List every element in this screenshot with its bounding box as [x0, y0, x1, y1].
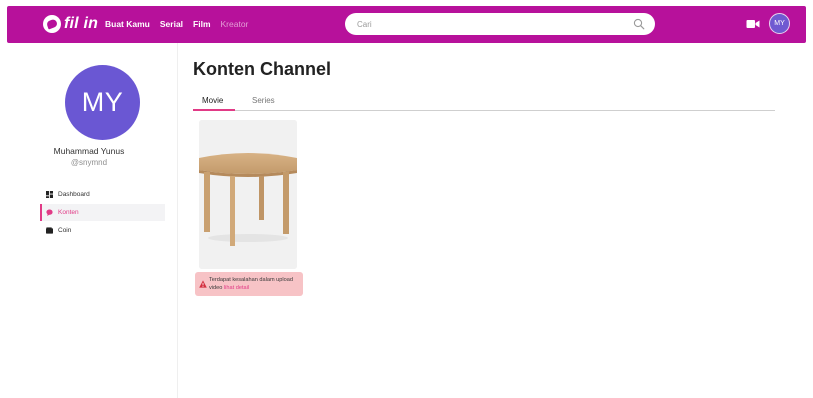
sidebar-item-label: Coin	[58, 227, 72, 234]
nav-item-serial[interactable]: Serial	[160, 19, 183, 29]
content-tabs: Movie Series	[193, 90, 775, 111]
video-camera-icon[interactable]	[746, 18, 760, 30]
error-detail-link[interactable]: lihat detail	[224, 285, 249, 291]
logo[interactable]: fil in	[43, 15, 98, 33]
top-header: fil in Buat Kamu Serial Film Kreator MY	[7, 6, 806, 43]
tab-series[interactable]: Series	[252, 96, 275, 105]
sidebar-item-dashboard[interactable]: Dashboard	[40, 186, 165, 203]
profile-avatar: MY	[65, 65, 140, 140]
upload-error-alert: Terdapat kesalahan dalam upload video li…	[195, 272, 303, 296]
sidebar: MY Muhammad Yunus @snymnd Dashboard Kont…	[0, 43, 178, 398]
user-avatar-button[interactable]: MY	[769, 13, 790, 34]
search-icon[interactable]	[633, 18, 645, 30]
main-nav: Buat Kamu Serial Film Kreator	[105, 19, 258, 29]
sidebar-item-konten[interactable]: Konten	[40, 204, 165, 221]
warning-icon	[199, 280, 207, 288]
sidebar-item-coin[interactable]: Coin	[40, 222, 165, 239]
error-message: Terdapat kesalahan dalam upload video li…	[209, 276, 301, 292]
profile-name: Muhammad Yunus	[53, 146, 125, 156]
wallet-icon	[46, 227, 53, 234]
sidebar-item-label: Konten	[58, 209, 79, 216]
page-title: Konten Channel	[193, 59, 331, 79]
nav-item-buat-kamu[interactable]: Buat Kamu	[105, 19, 150, 29]
nav-item-kreator[interactable]: Kreator	[221, 19, 249, 29]
search-bar	[345, 13, 655, 35]
content-card[interactable]	[199, 120, 297, 269]
error-message-text: Terdapat kesalahan dalam upload video	[209, 277, 293, 291]
search-input[interactable]	[357, 17, 627, 31]
nav-item-film[interactable]: Film	[193, 19, 210, 29]
logo-text: fil in	[64, 15, 99, 32]
grid-icon	[46, 191, 53, 198]
sidebar-item-label: Dashboard	[58, 191, 90, 198]
logo-icon	[43, 15, 61, 33]
chat-bubble-icon	[46, 209, 53, 216]
sidebar-menu: Dashboard Konten Coin	[40, 186, 165, 240]
tab-movie[interactable]: Movie	[202, 96, 223, 105]
active-tab-indicator	[193, 109, 235, 111]
video-thumbnail	[199, 120, 297, 269]
profile-handle: @snymnd	[70, 158, 108, 167]
